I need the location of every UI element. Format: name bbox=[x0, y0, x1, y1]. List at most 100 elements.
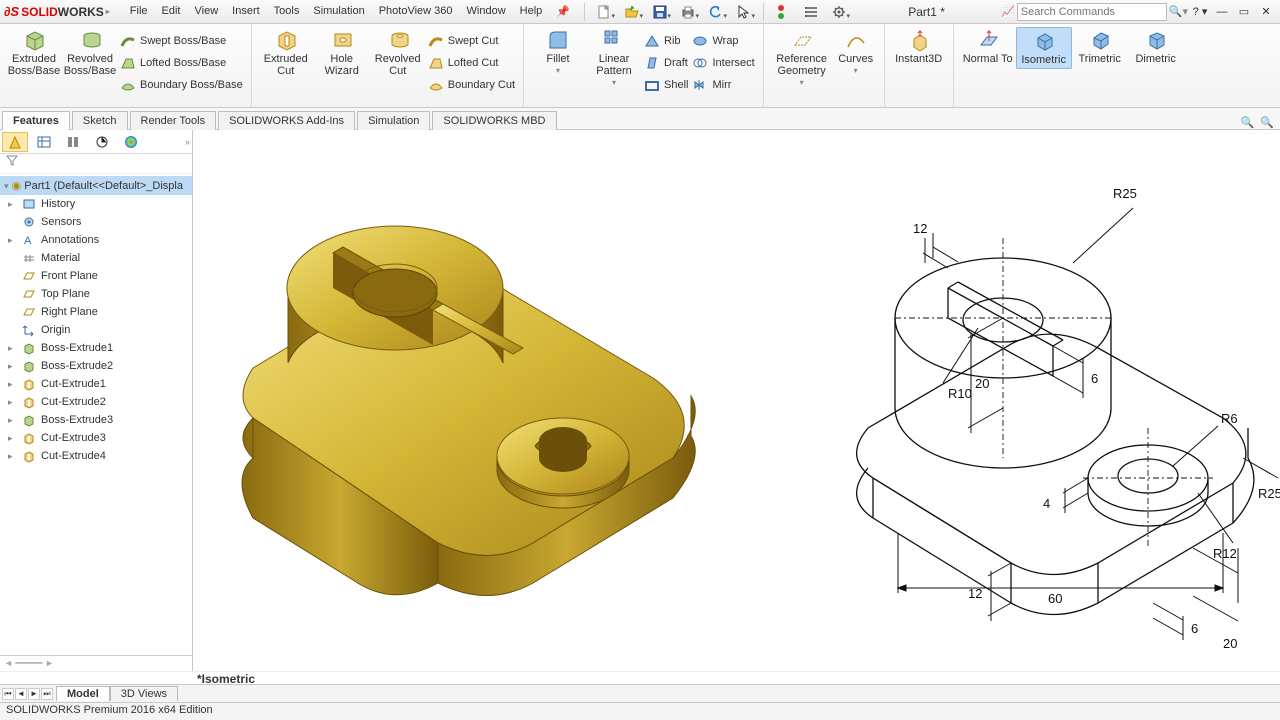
search-input[interactable] bbox=[1021, 6, 1163, 18]
tree-item[interactable]: Origin bbox=[0, 321, 192, 339]
extruded-boss-button[interactable]: Extruded Boss/Base bbox=[6, 27, 62, 79]
open-button[interactable] bbox=[619, 2, 645, 22]
search-box[interactable] bbox=[1017, 3, 1167, 21]
select-button[interactable] bbox=[731, 2, 757, 22]
instant3d-button[interactable]: Instant3D bbox=[891, 27, 947, 67]
tree-root[interactable]: ▾ ◉ Part1 (Default<<Default>_Displa bbox=[0, 176, 192, 195]
linear-pattern-button[interactable]: Linear Pattern▾ bbox=[586, 27, 642, 90]
tree-item[interactable]: ▸Cut-Extrude1 bbox=[0, 375, 192, 393]
draft-button[interactable]: Draft bbox=[642, 53, 690, 73]
undo-button[interactable] bbox=[703, 2, 729, 22]
close-button[interactable]: ✕ bbox=[1256, 2, 1276, 22]
tab-features[interactable]: Features bbox=[2, 111, 70, 130]
fm-tab-dimxpert[interactable] bbox=[89, 132, 115, 152]
rebuild-button[interactable] bbox=[770, 2, 796, 22]
lofted-boss-button[interactable]: Lofted Boss/Base bbox=[118, 53, 245, 73]
expand-icon[interactable]: ▸ bbox=[8, 199, 17, 210]
lofted-cut-button[interactable]: Lofted Cut bbox=[426, 53, 517, 73]
menu-insert[interactable]: Insert bbox=[226, 3, 266, 20]
save-button[interactable] bbox=[647, 2, 673, 22]
normal-to-button[interactable]: Normal To bbox=[960, 27, 1016, 67]
sheet-nav[interactable]: ⏮◄►⏭ bbox=[2, 688, 53, 700]
tab-addins[interactable]: SOLIDWORKS Add-Ins bbox=[218, 111, 355, 130]
menu-help[interactable]: Help bbox=[514, 3, 549, 20]
fm-tab-config[interactable] bbox=[60, 132, 86, 152]
menu-file[interactable]: File bbox=[124, 3, 154, 20]
boundary-cut-button[interactable]: Boundary Cut bbox=[426, 75, 517, 95]
dimetric-button[interactable]: Dimetric bbox=[1128, 27, 1184, 67]
curves-button[interactable]: Curves▾ bbox=[834, 27, 878, 78]
intersect-button[interactable]: Intersect bbox=[690, 53, 756, 73]
tree-item[interactable]: ▸Cut-Extrude2 bbox=[0, 393, 192, 411]
rib-button[interactable]: Rib bbox=[642, 31, 690, 51]
tab-render[interactable]: Render Tools bbox=[130, 111, 217, 130]
extruded-cut-button[interactable]: Extruded Cut bbox=[258, 27, 314, 79]
menu-tools[interactable]: Tools bbox=[268, 3, 306, 20]
tree-item[interactable]: Top Plane bbox=[0, 285, 192, 303]
tree-item[interactable]: ▸Boss-Extrude2 bbox=[0, 357, 192, 375]
fm-tab-features[interactable] bbox=[2, 132, 28, 152]
tree-item[interactable]: ▸Boss-Extrude3 bbox=[0, 411, 192, 429]
minimize-button[interactable]: — bbox=[1212, 2, 1232, 22]
zoom-area-icon[interactable]: 🔍 bbox=[1260, 116, 1274, 129]
graphics-viewport[interactable]: R25 12 R10 6 20 R6 4 12 R25 bbox=[193, 130, 1280, 671]
shell-button[interactable]: Shell bbox=[642, 75, 690, 95]
expand-icon[interactable]: ▸ bbox=[8, 415, 17, 426]
fm-tab-display[interactable] bbox=[118, 132, 144, 152]
options-gear-button[interactable] bbox=[826, 2, 852, 22]
stats-icon[interactable]: 📈 bbox=[1001, 5, 1015, 18]
zoom-to-fit-icon[interactable]: 🔍 bbox=[1241, 116, 1255, 129]
restore-button[interactable]: ▭ bbox=[1234, 2, 1254, 22]
menu-view[interactable]: View bbox=[189, 3, 225, 20]
hole-wizard-button[interactable]: Hole Wizard bbox=[314, 27, 370, 79]
expand-icon[interactable]: ▸ bbox=[8, 433, 17, 444]
revolved-cut-button[interactable]: Revolved Cut bbox=[370, 27, 426, 79]
tree-item[interactable]: ▸Cut-Extrude4 bbox=[0, 447, 192, 465]
ref-geometry-button[interactable]: Reference Geometry▾ bbox=[770, 27, 834, 90]
menu-window[interactable]: Window bbox=[461, 3, 512, 20]
expand-icon[interactable]: ▸ bbox=[8, 451, 17, 462]
tab-simulation[interactable]: Simulation bbox=[357, 111, 430, 130]
expand-icon[interactable]: ▸ bbox=[8, 397, 17, 408]
tree-item[interactable]: Material bbox=[0, 249, 192, 267]
tree-item[interactable]: ▸AAnnotations bbox=[0, 231, 192, 249]
fm-tab-property[interactable] bbox=[31, 132, 57, 152]
origin-icon bbox=[21, 323, 37, 337]
menu-edit[interactable]: Edit bbox=[156, 3, 187, 20]
search-icon[interactable]: 🔍▾ bbox=[1169, 5, 1188, 18]
tab-sketch[interactable]: Sketch bbox=[72, 111, 128, 130]
feature-tree[interactable]: ▾ ◉ Part1 (Default<<Default>_Displa ▸His… bbox=[0, 174, 192, 655]
fillet-button[interactable]: Fillet▾ bbox=[530, 27, 586, 78]
swept-cut-button[interactable]: Swept Cut bbox=[426, 31, 517, 51]
tab-3dviews[interactable]: 3D Views bbox=[110, 686, 178, 701]
tree-item[interactable]: Right Plane bbox=[0, 303, 192, 321]
expand-icon[interactable]: ▸ bbox=[8, 235, 17, 246]
trimetric-button[interactable]: Trimetric bbox=[1072, 27, 1128, 67]
isometric-button[interactable]: Isometric bbox=[1016, 27, 1072, 69]
wrap-button[interactable]: Wrap bbox=[690, 31, 756, 51]
menu-simulation[interactable]: Simulation bbox=[307, 3, 370, 20]
wrap-icon bbox=[692, 33, 708, 49]
mirror-button[interactable]: Mirr bbox=[690, 75, 756, 95]
tree-item[interactable]: ▸Boss-Extrude1 bbox=[0, 339, 192, 357]
menu-pin-icon[interactable]: 📌 bbox=[550, 3, 576, 20]
expand-icon[interactable]: ▸ bbox=[8, 379, 17, 390]
revolved-boss-button[interactable]: Revolved Boss/Base bbox=[62, 27, 118, 79]
boundary-boss-button[interactable]: Boundary Boss/Base bbox=[118, 75, 245, 95]
tree-item[interactable]: ▸History bbox=[0, 195, 192, 213]
tree-item[interactable]: Sensors bbox=[0, 213, 192, 231]
new-button[interactable] bbox=[591, 2, 617, 22]
help-button[interactable]: ? ▾ bbox=[1190, 2, 1210, 22]
tab-mbd[interactable]: SOLIDWORKS MBD bbox=[432, 111, 556, 130]
expand-icon[interactable]: ▸ bbox=[8, 343, 17, 354]
tree-item[interactable]: Front Plane bbox=[0, 267, 192, 285]
expand-icon[interactable]: ▸ bbox=[8, 361, 17, 372]
tree-item[interactable]: ▸Cut-Extrude3 bbox=[0, 429, 192, 447]
menu-photoview[interactable]: PhotoView 360 bbox=[373, 3, 459, 20]
print-button[interactable] bbox=[675, 2, 701, 22]
tree-scrollbar[interactable]: ◄ ━━━━━ ► bbox=[0, 655, 192, 671]
tab-model[interactable]: Model bbox=[56, 686, 110, 701]
options-list-button[interactable] bbox=[798, 2, 824, 22]
swept-boss-button[interactable]: Swept Boss/Base bbox=[118, 31, 245, 51]
feature-filter[interactable] bbox=[0, 154, 192, 174]
